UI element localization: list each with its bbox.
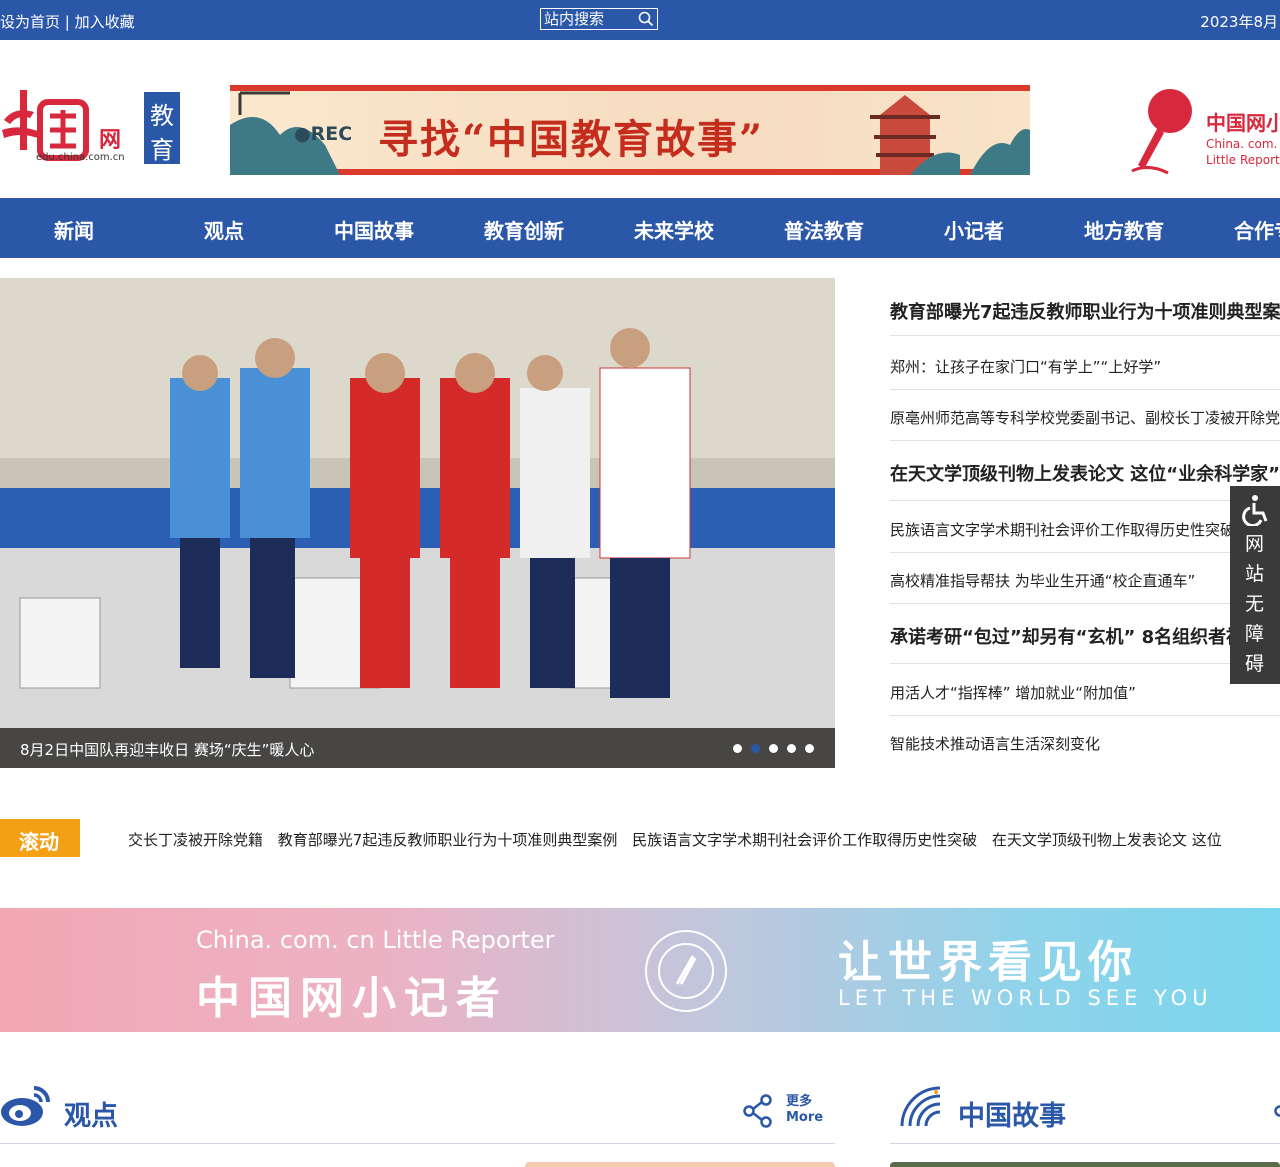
headline-item[interactable]: 教育部曝光7起违反教师职业行为十项准则典型案例 xyxy=(890,298,1280,324)
reporter-banner-en: China. com. cn Little Reporter xyxy=(196,926,555,954)
headline-item[interactable]: 智能技术推动语言生活深刻变化 xyxy=(890,733,1280,754)
weibo-icon xyxy=(1,1086,50,1126)
slider-dot-1[interactable] xyxy=(733,744,742,753)
china-story-title[interactable]: 中国故事 xyxy=(958,1094,1066,1133)
slider-photo xyxy=(0,278,835,728)
main-nav: 新闻 观点 中国故事 教育创新 未来学校 普法教育 小记者 地方教育 合作专 xyxy=(0,198,1280,258)
ticker-label: 滚动 xyxy=(0,819,80,857)
logo-url: edu.china.com.cn xyxy=(36,152,125,163)
ticker-label-text: 滚动 xyxy=(19,830,59,854)
accessibility-char: 无 xyxy=(1245,593,1265,615)
headline-divider xyxy=(890,335,1280,336)
top-bar: 设为首页 | 加入收藏 2023年8月 xyxy=(0,0,1280,40)
banner-title: 寻找“中国教育故事” xyxy=(378,116,765,163)
nav-item-law-education[interactable]: 普法教育 xyxy=(784,215,864,244)
slider-caption[interactable]: 8月2日中国队再迎丰收日 赛场“庆生”暖人心 xyxy=(20,739,314,760)
add-favorite-link[interactable]: 加入收藏 xyxy=(75,13,135,31)
current-date: 2023年8月 xyxy=(1200,13,1278,31)
top-links-separator: | xyxy=(64,13,70,31)
slider-dot-2[interactable] xyxy=(751,744,760,753)
viewpoint-divider xyxy=(0,1143,835,1144)
viewpoint-title[interactable]: 观点 xyxy=(64,1094,118,1133)
news-ticker: 交长丁凌被开除党籍 教育部曝光7起违反教师职业行为十项准则典型案例 民族语言文字… xyxy=(128,829,1280,850)
headline-item[interactable]: 在天文学顶级刊物上发表论文 这位“业余科学家” xyxy=(890,460,1280,486)
site-search xyxy=(540,8,658,30)
set-home-link[interactable]: 设为首页 xyxy=(0,13,60,31)
headline-item[interactable]: 用活人才“指挥棒” 增加就业“附加值” xyxy=(890,682,1280,703)
more-label-cn: 更多 xyxy=(786,1094,813,1109)
reporter-emblem-icon xyxy=(645,930,727,1012)
headline-divider xyxy=(890,440,1280,441)
headline-item[interactable]: 承诺考研“包过”却另有“玄机” 8名组织者被抓 xyxy=(890,623,1280,649)
china-story-divider xyxy=(890,1143,1280,1144)
viewpoint-thumbnail-edge xyxy=(525,1162,835,1167)
ticker-item[interactable]: 在天文学顶级刊物上发表论文 这位 xyxy=(992,831,1222,849)
accessibility-char: 障 xyxy=(1245,623,1265,645)
search-input[interactable] xyxy=(544,9,636,29)
headline-item[interactable]: 原亳州师范高等专科学校党委副书记、副校长丁凌被开除党籍 xyxy=(890,407,1280,428)
more-label-en: More xyxy=(786,1110,824,1125)
slider-caption-bar: 8月2日中国队再迎丰收日 赛场“庆生”暖人心 xyxy=(0,728,835,768)
story-thumbnail-edge xyxy=(890,1162,1280,1167)
pagoda-decoration-icon xyxy=(870,95,960,175)
slider-dot-4[interactable] xyxy=(787,744,796,753)
reporter-logo-cn: 中国网小 xyxy=(1206,111,1280,135)
headline-item[interactable]: 高校精准指导帮扶 为毕业生开通“校企直通车” xyxy=(890,570,1280,591)
nav-item-little-reporter[interactable]: 小记者 xyxy=(944,215,1004,244)
headline-divider xyxy=(890,663,1280,664)
share-icon[interactable] xyxy=(1272,1094,1280,1128)
little-reporter-banner[interactable]: China. com. cn Little Reporter 中国网小记者 让世… xyxy=(0,908,1280,1032)
reporter-banner-cn: 中国网小记者 xyxy=(196,973,508,1024)
logo-edu-char2: 育 xyxy=(150,136,174,164)
mountain-right-icon xyxy=(970,129,1030,175)
reporter-logo-en1: China. com. c xyxy=(1206,137,1280,151)
ticker-item[interactable]: 教育部曝光7起违反教师职业行为十项准则典型案例 xyxy=(278,831,618,849)
nav-item-future-school[interactable]: 未来学校 xyxy=(634,215,714,244)
nav-item-local-education[interactable]: 地方教育 xyxy=(1084,215,1164,244)
search-icon[interactable] xyxy=(637,10,655,28)
banner-rec-label: ●REC xyxy=(294,123,353,145)
accessibility-char: 站 xyxy=(1245,563,1265,585)
nav-item-news[interactable]: 新闻 xyxy=(54,215,94,244)
wheelchair-icon xyxy=(1242,495,1268,526)
nav-item-cooperation[interactable]: 合作专 xyxy=(1234,215,1280,244)
viewpoint-section-header: 观点 更多 More xyxy=(0,1080,835,1144)
nav-item-viewpoint[interactable]: 观点 xyxy=(204,215,244,244)
reporter-banner-slogan-en: LET THE WORLD SEE YOU xyxy=(838,986,1213,1010)
accessibility-char: 碍 xyxy=(1245,653,1265,675)
ticker-item[interactable]: 交长丁凌被开除党籍 xyxy=(128,831,263,849)
news-slider[interactable]: 8月2日中国队再迎丰收日 赛场“庆生”暖人心 xyxy=(0,278,835,768)
logo-edu-char1: 教 xyxy=(150,102,174,130)
headline-divider xyxy=(890,389,1280,390)
reporter-banner-slogan: 让世界看见你 xyxy=(838,937,1138,988)
headline-divider xyxy=(890,603,1280,604)
nav-item-edu-innovation[interactable]: 教育创新 xyxy=(484,215,564,244)
ticker-item[interactable]: 民族语言文字学术期刊社会评价工作取得历史性突破 xyxy=(632,831,977,849)
accessibility-button[interactable]: 网 站 无 障 碍 xyxy=(1230,486,1280,684)
headline-item[interactable]: 郑州：让孩子在家门口“有学上”“上好学” xyxy=(890,356,1280,377)
nav-item-china-story[interactable]: 中国故事 xyxy=(334,215,414,244)
little-reporter-logo[interactable]: 中国网小 China. com. c Little Reporte xyxy=(1128,85,1280,180)
headline-item[interactable]: 民族语言文字学术期刊社会评价工作取得历史性突破 xyxy=(890,519,1280,540)
accessibility-char: 网 xyxy=(1245,533,1265,555)
slider-dot-3[interactable] xyxy=(769,744,778,753)
share-icon[interactable] xyxy=(742,1094,774,1128)
slider-dot-5[interactable] xyxy=(805,744,814,753)
logo-site-text: 网 xyxy=(99,128,122,153)
signal-waves-icon xyxy=(900,1086,941,1127)
viewpoint-more-link[interactable]: 更多 More xyxy=(786,1094,823,1126)
headline-divider xyxy=(890,552,1280,553)
headline-divider xyxy=(890,715,1280,716)
headline-divider xyxy=(890,500,1280,501)
top-links: 设为首页 | 加入收藏 xyxy=(0,11,135,32)
story-banner[interactable]: ●REC 寻找“中国教育故事” xyxy=(230,85,1030,175)
headline-list: 教育部曝光7起违反教师职业行为十项准则典型案例 郑州：让孩子在家门口“有学上”“… xyxy=(890,278,1280,768)
microphone-pen-icon xyxy=(1131,89,1192,175)
china-story-section-header: 中国故事 xyxy=(890,1080,1280,1144)
site-logo[interactable]: 网 edu.china.com.cn 教 育 xyxy=(0,88,182,168)
reporter-logo-en2: Little Reporte xyxy=(1206,153,1280,167)
